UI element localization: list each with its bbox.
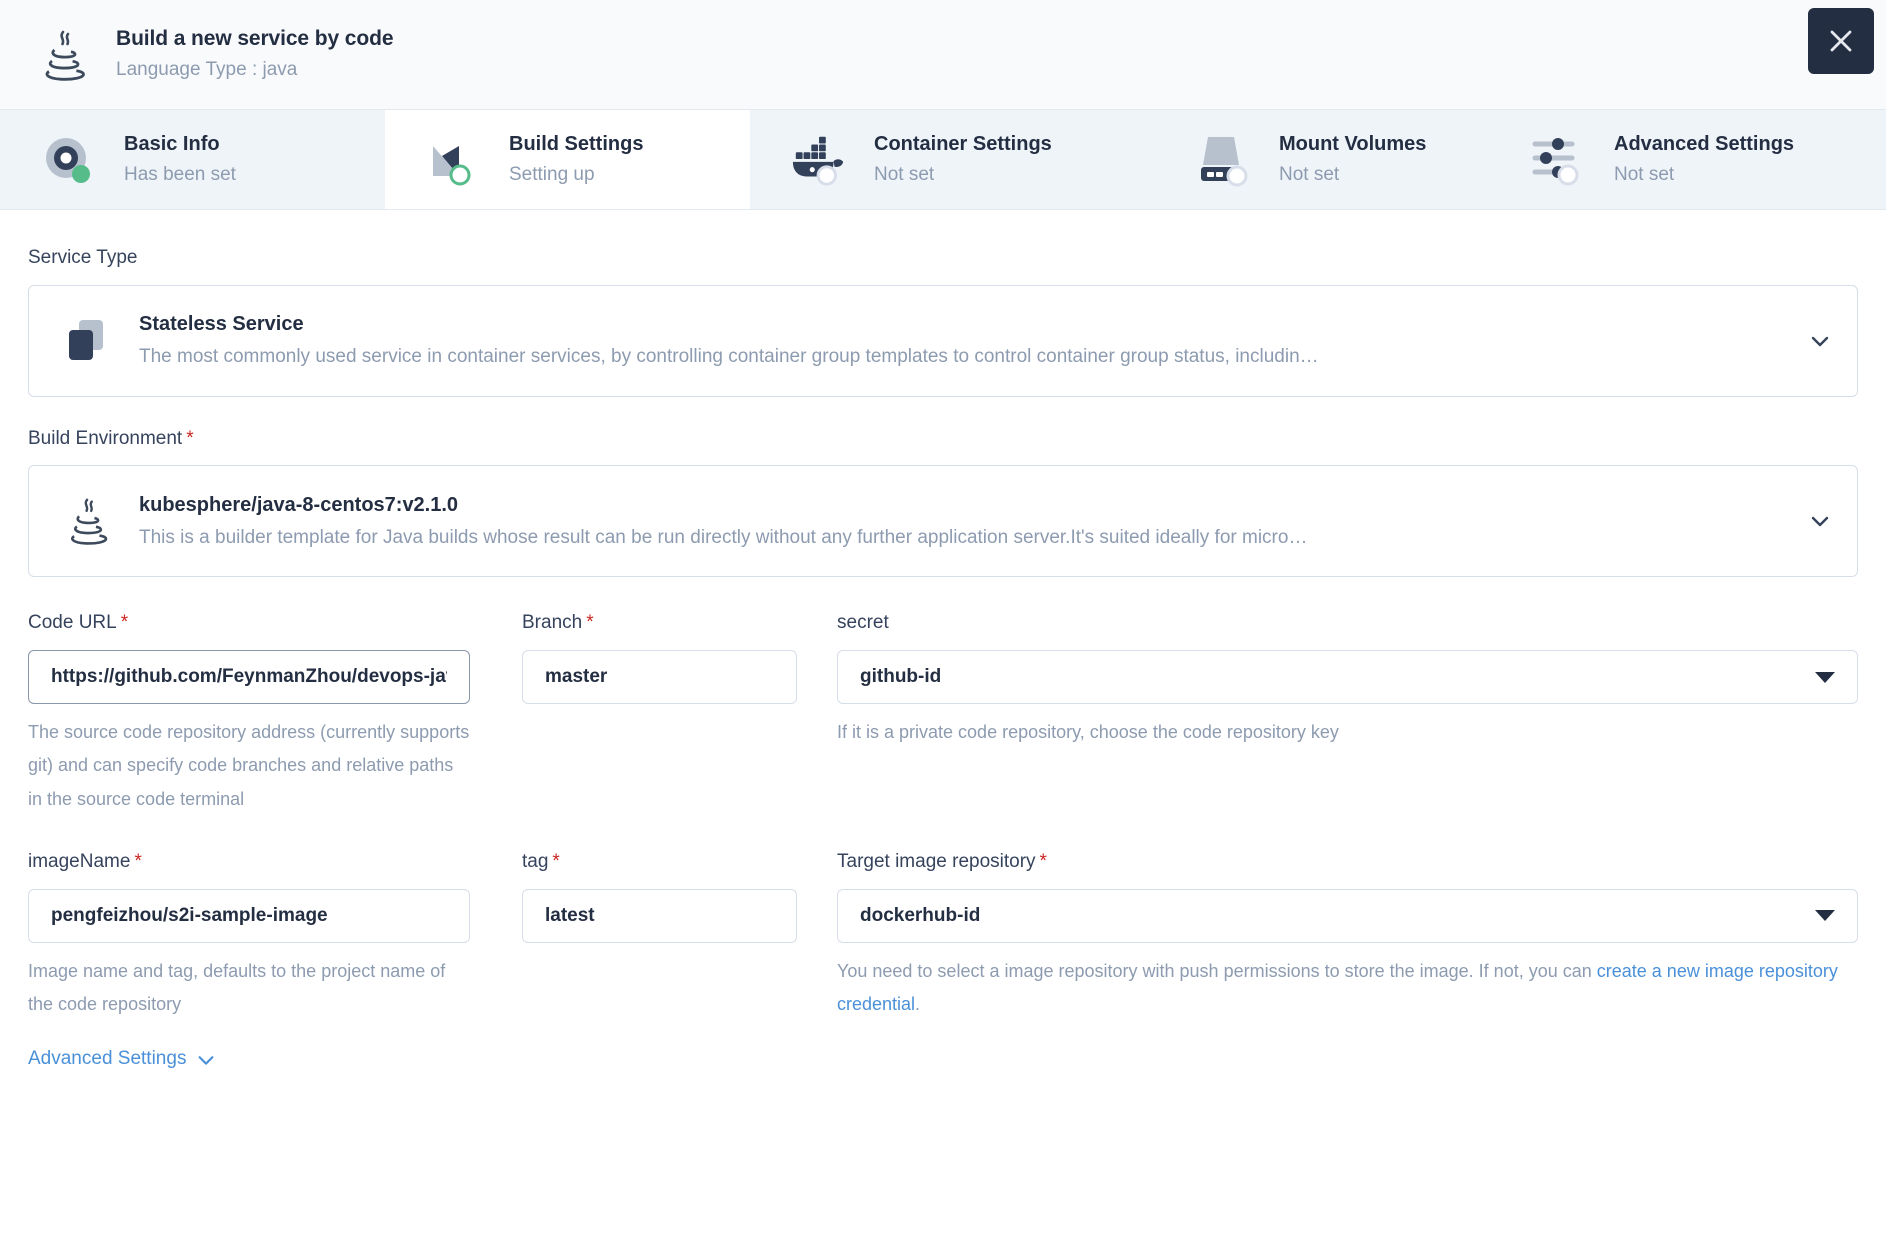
target-dot-icon xyxy=(40,130,100,190)
build-arrow-icon xyxy=(425,130,485,190)
modal-header: Build a new service by code Language Typ… xyxy=(0,0,1886,110)
target-image-repository-field: Target image repository * dockerhub-id Yo… xyxy=(837,850,1858,1072)
build-environment-description: This is a builder template for Java buil… xyxy=(139,526,1308,548)
tab-build-settings-status: Setting up xyxy=(509,164,595,186)
required-marker: * xyxy=(134,850,142,872)
build-environment-label-text: Build Environment xyxy=(28,427,183,449)
tab-build-settings[interactable]: Build Settings Setting up xyxy=(385,110,750,209)
code-url-label-text: Code URL xyxy=(28,612,117,634)
image-name-label-text: imageName xyxy=(28,850,131,872)
tab-container-settings-label: Container Settings xyxy=(874,133,1052,156)
secret-label: secret xyxy=(837,612,889,634)
service-type-description: The most commonly used service in contai… xyxy=(139,345,1319,367)
image-row: imageName* Image name and tag, defaults … xyxy=(28,850,1858,1072)
tab-mount-volumes[interactable]: Mount Volumes Not set xyxy=(1155,110,1490,209)
code-url-label: Code URL * xyxy=(28,611,470,636)
build-service-modal: Build a new service by code Language Typ… xyxy=(0,0,1886,1248)
required-marker: * xyxy=(586,612,594,634)
build-environment-select[interactable]: kubesphere/java-8-centos7:v2.1.0 This is… xyxy=(28,465,1858,578)
page-title: Build a new service by code xyxy=(116,27,394,51)
service-type-title: Stateless Service xyxy=(139,312,304,335)
branch-input[interactable] xyxy=(522,650,797,705)
target-image-repository-helper-prefix: You need to select a image repository wi… xyxy=(837,960,1597,981)
code-url-helper: The source code repository address (curr… xyxy=(28,722,470,809)
header-text: Build a new service by code Language Typ… xyxy=(116,25,394,84)
branch-field: Branch * xyxy=(522,611,837,816)
target-image-repository-helper: You need to select a image repository wi… xyxy=(837,955,1858,1022)
tab-advanced-settings-label: Advanced Settings xyxy=(1614,133,1795,156)
target-image-repository-label-text: Target image repository xyxy=(837,850,1036,872)
build-environment-label: Build Environment * xyxy=(28,427,1858,452)
required-marker: * xyxy=(186,427,194,449)
tag-label: tag * xyxy=(522,850,797,875)
java-icon xyxy=(55,488,121,554)
target-image-repository-helper-suffix: . xyxy=(915,993,921,1014)
language-type-label: Language Type : java xyxy=(116,59,298,81)
required-marker: * xyxy=(552,850,560,872)
tab-basic-info[interactable]: Basic Info Has been set xyxy=(0,110,385,209)
branch-label: Branch * xyxy=(522,611,797,636)
chevron-down-icon xyxy=(1815,910,1835,922)
tab-mount-volumes-status: Not set xyxy=(1279,164,1340,186)
tag-label-text: tag xyxy=(522,850,549,872)
secret-field: secret github-id If it is a private code… xyxy=(837,611,1858,816)
advanced-settings-toggle-label: Advanced Settings xyxy=(28,1048,187,1070)
code-url-input[interactable] xyxy=(28,650,470,705)
build-environment-block: Build Environment * kubesphere/java-8-ce… xyxy=(28,427,1858,578)
tab-container-settings-status: Not set xyxy=(874,164,935,186)
secret-helper: If it is a private code repository, choo… xyxy=(837,722,1339,743)
target-image-repository-select[interactable]: dockerhub-id xyxy=(837,888,1858,943)
required-marker: * xyxy=(1039,850,1047,872)
branch-label-text: Branch xyxy=(522,612,583,634)
code-url-field: Code URL* The source code repository add… xyxy=(28,611,522,816)
tag-input[interactable] xyxy=(522,888,797,943)
close-icon xyxy=(1830,30,1852,52)
java-icon xyxy=(36,27,92,83)
tab-build-settings-label: Build Settings xyxy=(509,133,644,156)
service-type-block: Service Type Stateless Service The most … xyxy=(28,246,1858,397)
image-name-input[interactable] xyxy=(28,888,470,943)
tab-advanced-settings[interactable]: Advanced Settings Not set xyxy=(1490,110,1886,209)
required-marker: * xyxy=(120,612,129,634)
docker-whale-icon xyxy=(790,130,850,190)
chevron-down-icon xyxy=(1809,510,1831,532)
target-image-repository-selected-value: dockerhub-id xyxy=(860,904,981,926)
secret-select[interactable]: github-id xyxy=(837,650,1858,705)
chevron-down-icon xyxy=(196,1050,216,1070)
target-image-repository-label: Target image repository * xyxy=(837,850,1858,875)
advanced-settings-toggle[interactable]: Advanced Settings xyxy=(28,1047,216,1072)
storage-disk-icon xyxy=(1195,130,1255,190)
repository-row: Code URL* The source code repository add… xyxy=(28,611,1858,816)
service-type-label: Service Type xyxy=(28,247,138,268)
image-name-helper: Image name and tag, defaults to the proj… xyxy=(28,960,446,1014)
build-environment-title: kubesphere/java-8-centos7:v2.1.0 xyxy=(139,493,459,516)
tag-field: tag * xyxy=(522,850,837,1072)
tab-mount-volumes-label: Mount Volumes xyxy=(1279,133,1427,156)
sliders-icon xyxy=(1530,130,1590,190)
service-type-select[interactable]: Stateless Service The most commonly used… xyxy=(28,284,1858,397)
image-name-label: imageName * xyxy=(28,850,470,875)
chevron-down-icon xyxy=(1809,330,1831,352)
build-settings-form: Service Type Stateless Service The most … xyxy=(0,210,1886,1248)
tab-basic-info-status: Has been set xyxy=(124,164,236,186)
tab-advanced-settings-status: Not set xyxy=(1614,164,1675,186)
tab-basic-info-label: Basic Info xyxy=(124,133,220,156)
secret-selected-value: github-id xyxy=(860,666,942,688)
image-name-field: imageName* Image name and tag, defaults … xyxy=(28,850,522,1072)
chevron-down-icon xyxy=(1815,671,1835,683)
wizard-tabs: Basic Info Has been set Build Settings S… xyxy=(0,110,1886,210)
close-button[interactable] xyxy=(1808,8,1874,74)
tab-container-settings[interactable]: Container Settings Not set xyxy=(750,110,1155,209)
stateless-squares-icon xyxy=(55,308,121,374)
